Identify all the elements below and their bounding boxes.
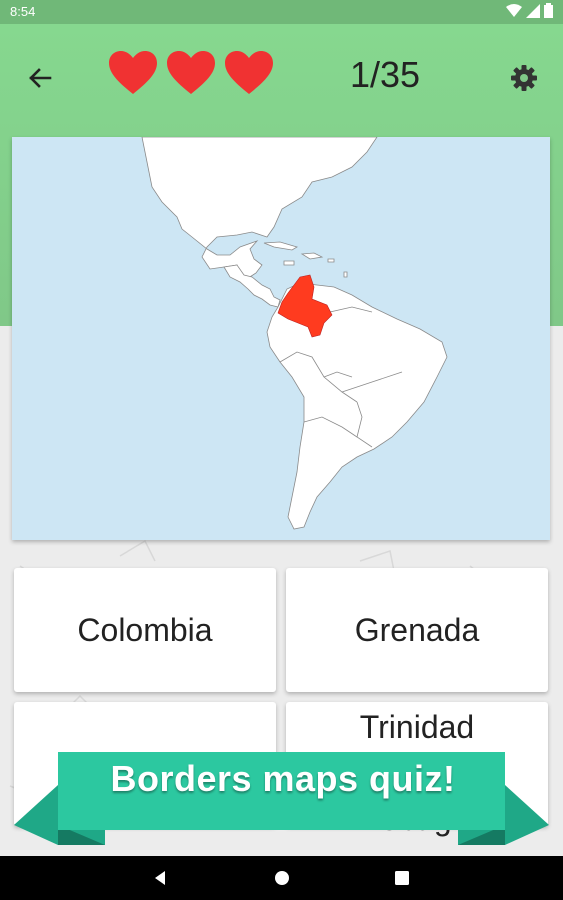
gear-icon bbox=[511, 65, 537, 91]
lives-hearts bbox=[108, 50, 274, 96]
signal-icon bbox=[526, 3, 540, 18]
status-time: 8:54 bbox=[10, 4, 36, 19]
settings-button[interactable] bbox=[506, 60, 542, 96]
status-bar: 8:54 bbox=[0, 0, 563, 24]
back-triangle-icon[interactable] bbox=[150, 868, 170, 888]
system-nav-bar bbox=[0, 856, 563, 900]
answer-label: Colombia bbox=[77, 612, 213, 648]
promo-banner-text: Borders maps quiz! bbox=[110, 758, 456, 799]
arrow-left-icon bbox=[29, 68, 52, 88]
status-icons bbox=[506, 3, 553, 18]
back-button[interactable] bbox=[22, 60, 58, 96]
wifi-icon bbox=[506, 3, 522, 17]
battery-icon bbox=[544, 3, 553, 18]
heart-icon bbox=[225, 51, 273, 94]
answer-button-1[interactable]: Colombia bbox=[14, 568, 276, 692]
answer-label: Grenada bbox=[354, 612, 480, 648]
heart-icon bbox=[109, 51, 157, 94]
recents-square-icon[interactable] bbox=[392, 868, 412, 888]
heart-icon bbox=[167, 51, 215, 94]
question-progress: 1/35 bbox=[350, 54, 421, 95]
americas-map bbox=[141, 137, 448, 530]
map-view bbox=[12, 137, 550, 540]
answer-button-2[interactable]: Grenada bbox=[286, 568, 548, 692]
home-circle-icon[interactable] bbox=[272, 868, 292, 888]
